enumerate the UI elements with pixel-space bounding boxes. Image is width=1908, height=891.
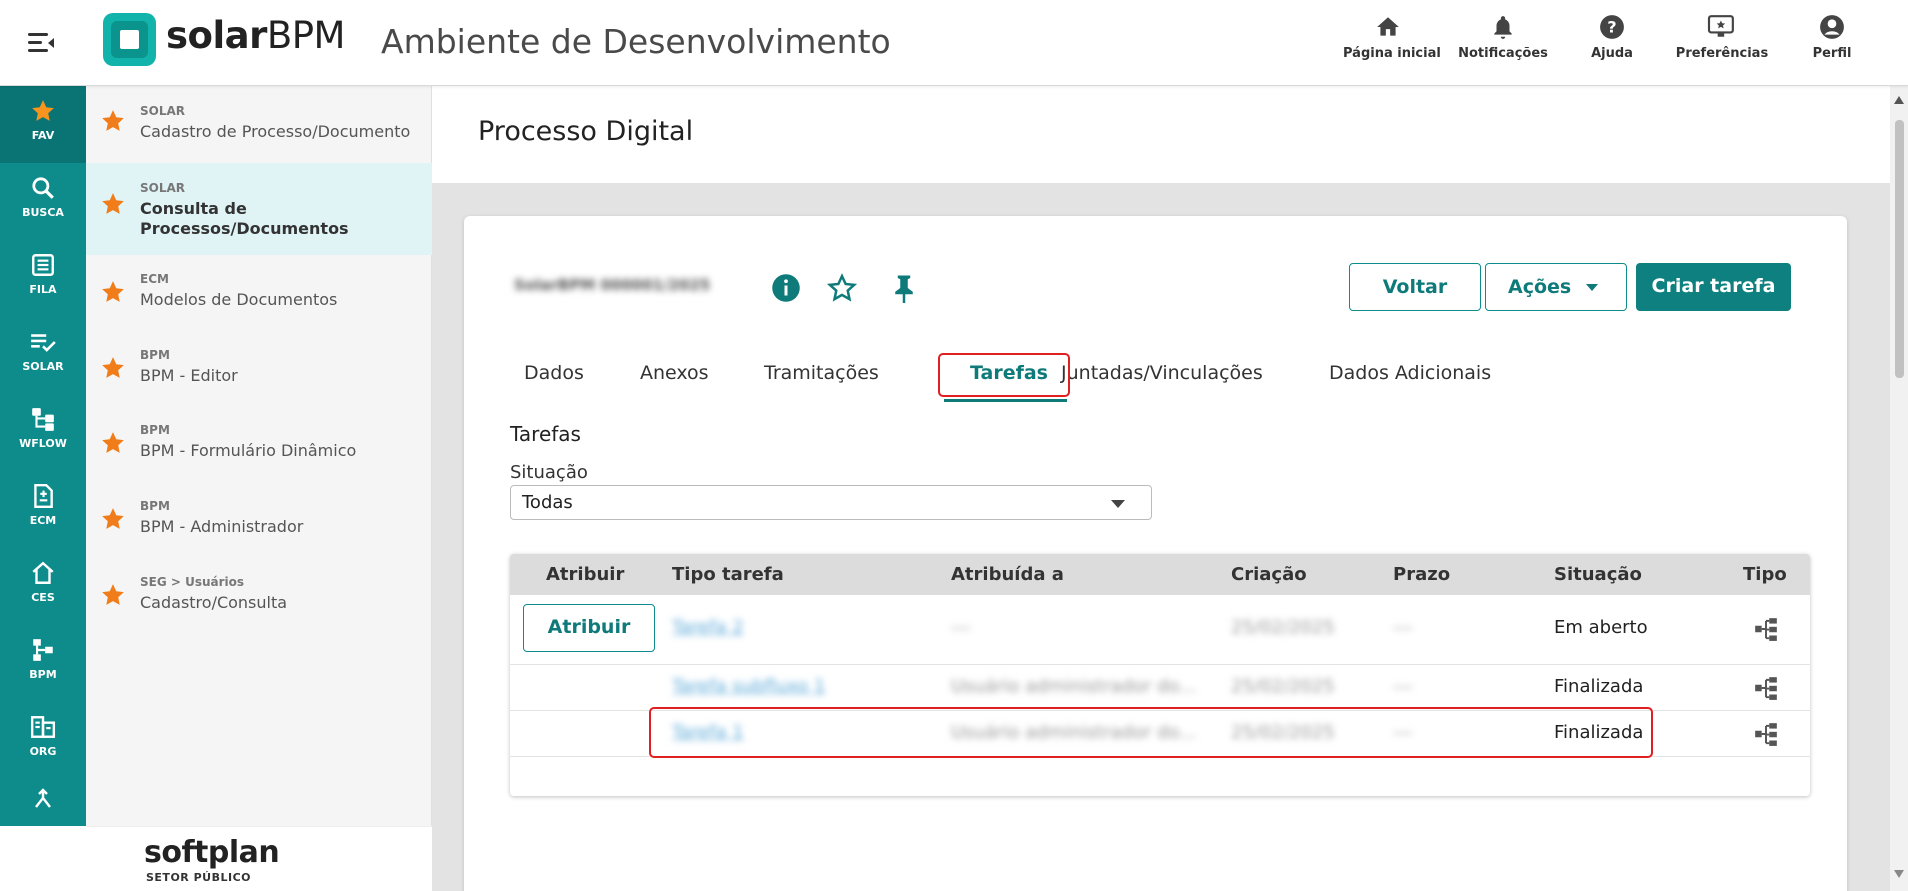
tarefas-table: Atribuir Tipo tarefa Atribuída a Criação… [510, 554, 1810, 796]
section-title: Tarefas [510, 422, 581, 446]
situacao-value: Finalizada [1554, 676, 1644, 697]
rail-item-bpm[interactable]: BPM [0, 625, 86, 702]
house-icon [32, 561, 54, 584]
rail-item-ecm[interactable]: ECM [0, 471, 86, 548]
star-icon[interactable] [100, 108, 126, 134]
nav-notifications[interactable]: Notificações [1458, 14, 1548, 74]
pin-icon[interactable] [891, 273, 917, 303]
rail-item-merge[interactable] [0, 779, 86, 826]
top-header: solarBPM Ambiente de Desenvolvimento Pág… [0, 0, 1908, 86]
rail-item-fav[interactable]: FAV [0, 86, 86, 163]
situacao-select[interactable]: Todas [510, 485, 1152, 520]
solarbpm-logo-icon [103, 13, 156, 66]
workflow-icon [32, 408, 54, 431]
situacao-label: Situação [510, 462, 588, 483]
favorite-item[interactable]: BPM BPM - Formulário Dinâmico [86, 408, 432, 484]
atribuir-button[interactable]: Atribuir [523, 604, 655, 652]
table-row: Tarefa 1 Usuário administrador do... 25/… [510, 711, 1810, 757]
tab-anexos[interactable]: Anexos [640, 362, 709, 384]
page-title: Processo Digital [478, 116, 694, 147]
queue-icon [32, 254, 54, 276]
tab-juntadas-vinculacoes[interactable]: Juntadas/Vinculações [1061, 362, 1263, 384]
flow-tree-icon[interactable] [1753, 674, 1779, 702]
chevron-down-icon [1111, 500, 1125, 508]
bell-icon [1494, 16, 1512, 39]
voltar-button[interactable]: Voltar [1349, 263, 1481, 311]
scrollbar-thumb[interactable] [1895, 120, 1904, 378]
nav-preferences[interactable]: Preferências [1675, 14, 1769, 74]
menu-collapse-icon[interactable] [28, 30, 56, 56]
star-icon[interactable] [100, 506, 126, 532]
star-icon[interactable] [100, 582, 126, 608]
profile-icon [1820, 15, 1844, 39]
checklist-icon [31, 334, 56, 352]
document-icon [34, 483, 53, 509]
star-icon[interactable] [100, 355, 126, 381]
page-header: Processo Digital [432, 86, 1890, 183]
tipo-tarefa-link[interactable]: Tarefa 2 [672, 617, 744, 638]
svg-text:?: ? [1607, 17, 1616, 36]
environment-title: Ambiente de Desenvolvimento [381, 22, 891, 61]
favorite-item-active[interactable]: SOLAR Consulta de Processos/Documentos [86, 163, 432, 255]
rail-footer [0, 826, 86, 891]
search-icon [32, 177, 54, 199]
situacao-value: Em aberto [1554, 617, 1648, 638]
merge-icon [35, 788, 51, 808]
app-logo-text: solarBPM [166, 14, 345, 57]
scroll-up-arrow-icon[interactable] [1894, 96, 1904, 104]
nav-home[interactable]: Página inicial [1343, 14, 1441, 74]
table-row: Atribuir Tarefa 2 --- 25/02/2025 --- Em … [510, 595, 1810, 665]
rail-item-busca[interactable]: BUSCA [0, 163, 86, 240]
help-icon: ? [1600, 15, 1624, 39]
home-icon [1377, 17, 1399, 36]
favorite-item[interactable]: SOLAR Cadastro de Processo/Documento [86, 86, 432, 163]
info-icon[interactable] [771, 273, 801, 303]
active-tab-indicator [944, 399, 1067, 402]
nav-help[interactable]: ? Ajuda [1575, 14, 1649, 74]
rail-item-org[interactable]: ORG [0, 702, 86, 779]
situacao-value: Finalizada [1554, 722, 1644, 743]
tab-tarefas[interactable]: Tarefas [970, 362, 1048, 384]
table-row: Tarefa subfluxo 1 Usuário administrador … [510, 665, 1810, 711]
table-header: Atribuir Tipo tarefa Atribuída a Criação… [510, 554, 1810, 595]
nav-profile[interactable]: Perfil [1797, 14, 1867, 74]
bpm-icon [33, 639, 53, 661]
scroll-down-arrow-icon[interactable] [1894, 870, 1904, 878]
tab-tramitacoes[interactable]: Tramitações [764, 362, 879, 384]
rail-item-solar[interactable]: SOLAR [0, 317, 86, 394]
page-scrollbar[interactable] [1890, 86, 1908, 891]
favorite-item[interactable]: ECM Modelos de Documentos [86, 255, 432, 332]
chevron-down-icon [1586, 284, 1598, 291]
tipo-tarefa-link[interactable]: Tarefa 1 [672, 722, 744, 743]
process-id: SolarBPM 000001/2025 [514, 276, 711, 294]
acoes-dropdown-button[interactable]: Ações [1485, 263, 1627, 311]
favorite-star-icon[interactable] [827, 273, 857, 303]
tab-dados[interactable]: Dados [524, 362, 584, 384]
star-icon[interactable] [100, 279, 126, 305]
flow-tree-icon[interactable] [1753, 615, 1779, 643]
flow-tree-icon[interactable] [1753, 720, 1779, 748]
tab-dados-adicionais[interactable]: Dados Adicionais [1329, 362, 1491, 384]
criar-tarefa-button[interactable]: Criar tarefa [1636, 263, 1791, 311]
rail-item-fila[interactable]: FILA [0, 240, 86, 317]
star-icon[interactable] [100, 191, 126, 217]
favorite-item[interactable]: SEG > Usuários Cadastro/Consulta [86, 560, 432, 636]
favorites-panel: SOLAR Cadastro de Processo/Documento SOL… [86, 86, 432, 826]
main-content: Processo Digital SolarBPM 000001/2025 Vo… [432, 86, 1890, 891]
favorite-item[interactable]: BPM BPM - Editor [86, 332, 432, 408]
org-icon [30, 716, 56, 738]
star-icon[interactable] [100, 430, 126, 456]
rail-item-ces[interactable]: CES [0, 548, 86, 625]
tipo-tarefa-link[interactable]: Tarefa subfluxo 1 [672, 676, 825, 697]
preferences-icon [1707, 15, 1734, 37]
favorite-item[interactable]: BPM BPM - Administrador [86, 484, 432, 560]
softplan-logo: softplan SETOR PÚBLICO [86, 826, 432, 891]
star-icon [32, 100, 54, 121]
process-card: SolarBPM 000001/2025 Voltar Ações Criar … [464, 216, 1847, 891]
rail-item-wflow[interactable]: WFLOW [0, 394, 86, 471]
module-rail: FAV BUSCA FILA SOLAR WFLOW ECM CES BPM O… [0, 86, 86, 826]
